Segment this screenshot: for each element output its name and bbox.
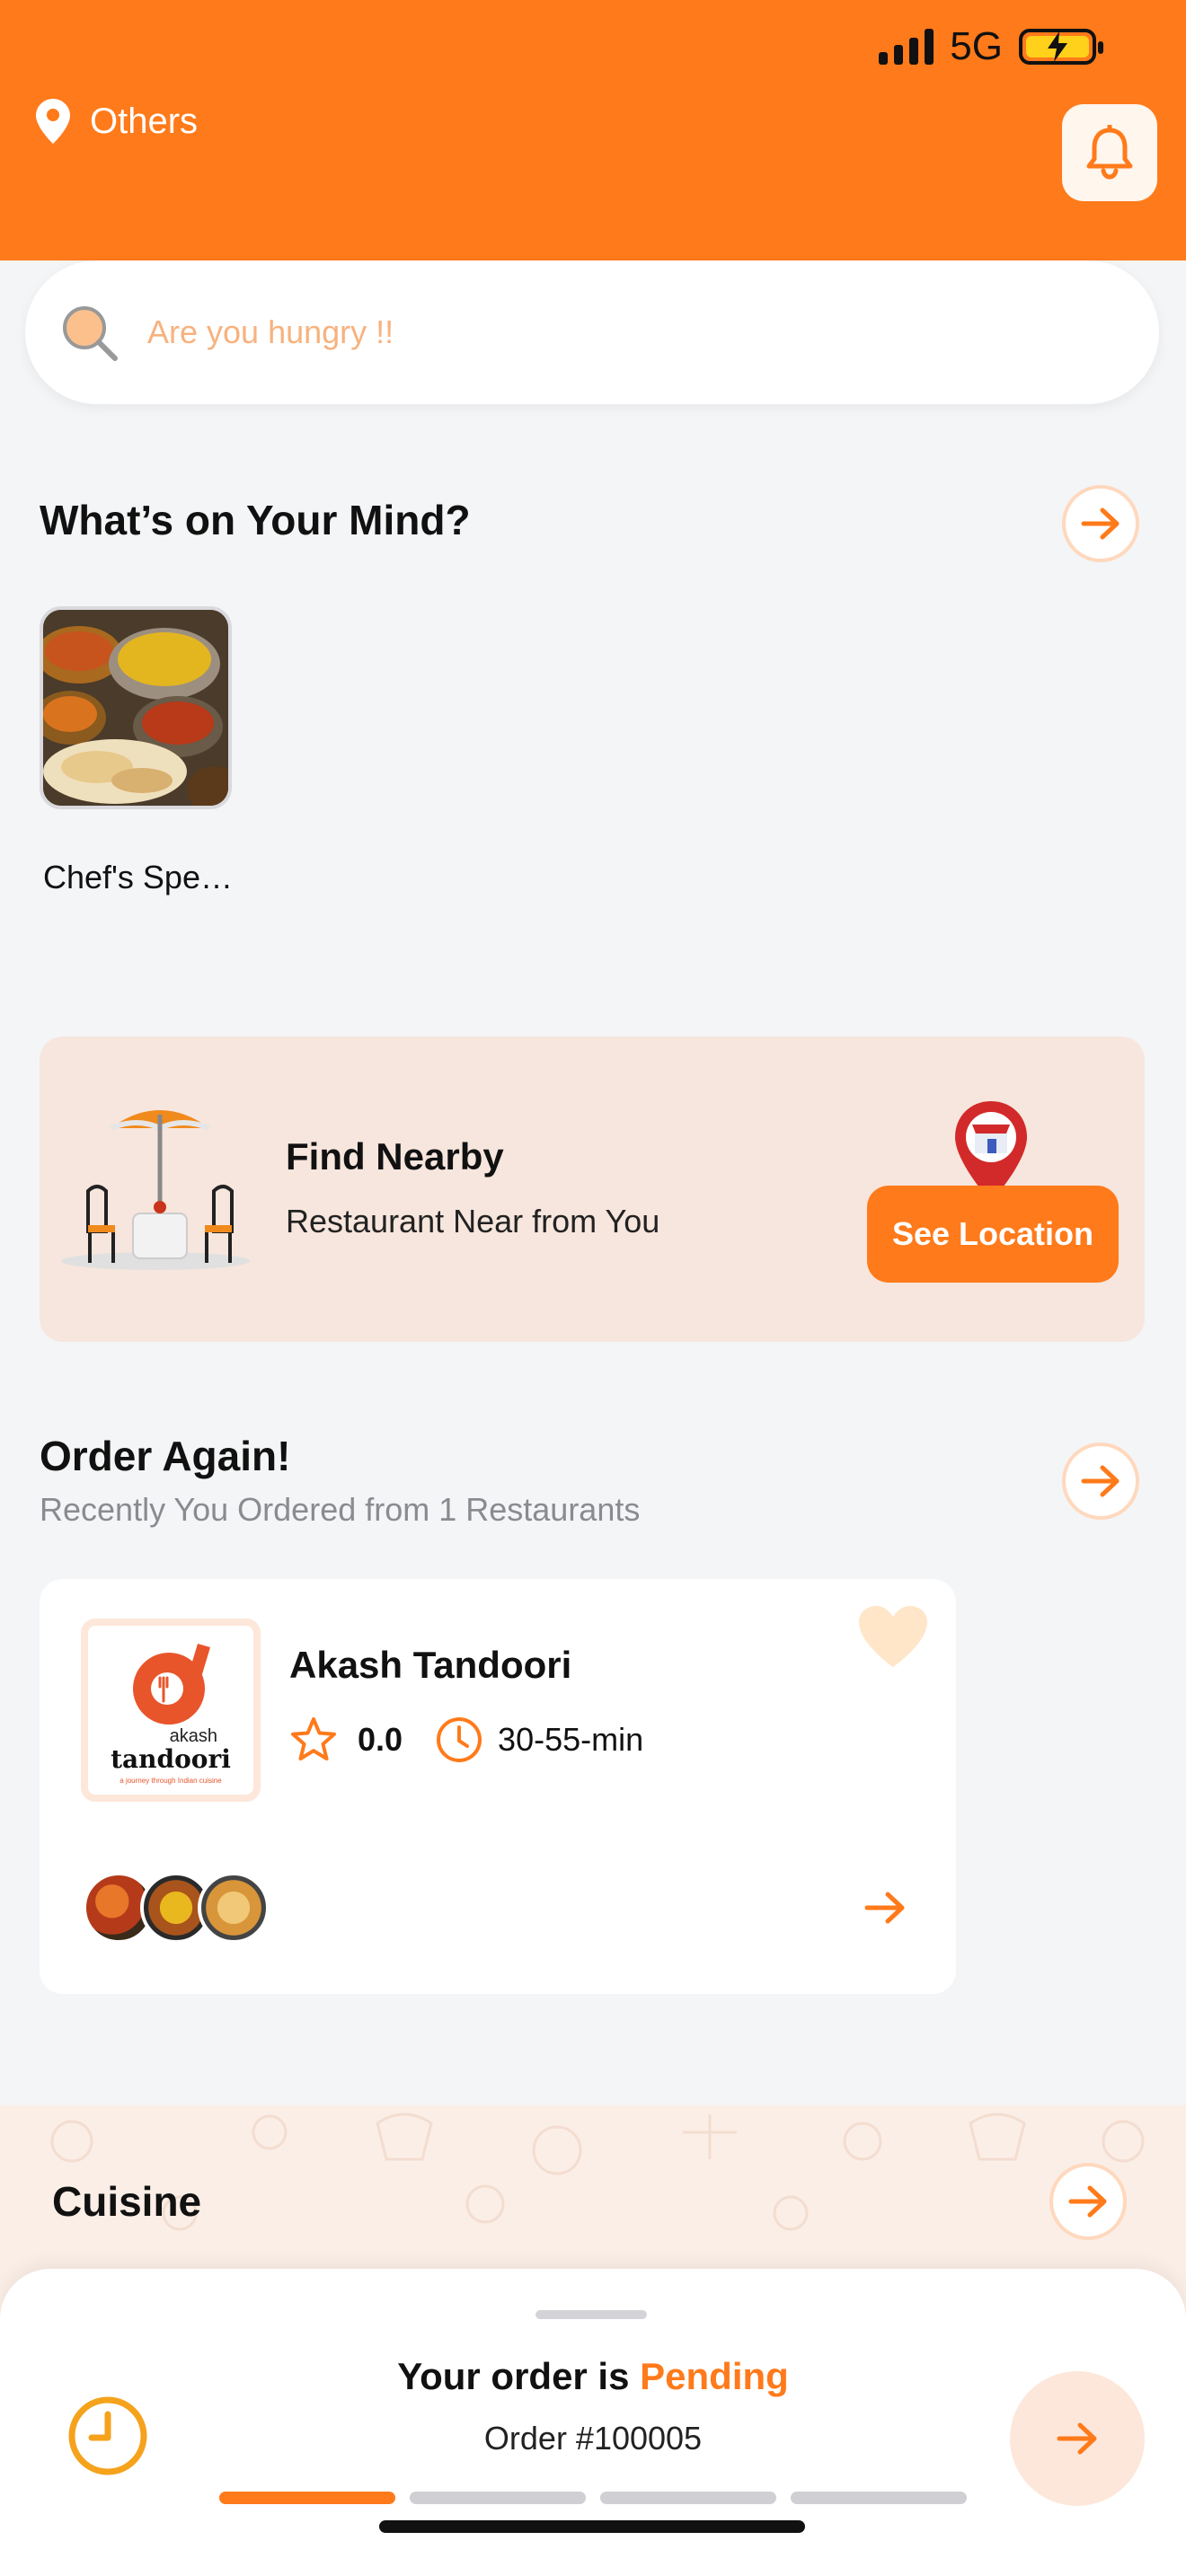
arrow-right-icon [1057,2422,1097,2455]
cuisine-see-all-button[interactable] [1049,2163,1127,2240]
arrow-right-icon [1068,2185,1107,2218]
restaurant-rating: 0.0 [358,1721,403,1758]
status-bar: 5G [879,18,1103,75]
location-selector[interactable]: Others [36,99,198,144]
restaurant-logo: akash tandoori a journey through Indian … [81,1619,261,1802]
dish-thumbnails [83,1872,270,1944]
app-header: 5G Others [0,0,1186,260]
restaurant-delivery-time: 30-55-min [498,1721,644,1758]
order-status-sheet[interactable]: Your order is Pending Order #100005 [0,2269,1186,2576]
location-pin-icon [36,99,70,144]
search-bar[interactable]: Are you hungry !! [25,260,1159,404]
order-again-see-all-button[interactable] [1062,1442,1139,1520]
progress-step [791,2492,967,2504]
umbrella-table-icon [61,1110,250,1270]
dish-thumbnail [198,1872,270,1944]
restaurant-meta: 0.0 30-55-min [289,1716,643,1764]
heart-icon[interactable] [857,1604,929,1669]
arrow-right-icon[interactable] [864,1890,906,1926]
order-status-prefix: Your order is [397,2355,641,2397]
category-chef-special[interactable] [40,606,232,809]
chef-special-image [43,610,228,806]
clock-icon [437,1717,482,1762]
find-nearby-subtitle: Restaurant Near from You [286,1203,660,1239]
home-indicator[interactable] [379,2520,805,2533]
order-status-value: Pending [640,2355,789,2397]
order-status-text: Your order is Pending [0,2355,1186,2398]
logo-mark [133,1644,210,1725]
arrow-right-icon [1081,507,1120,540]
arrow-right-icon [1081,1465,1120,1497]
see-location-button[interactable]: See Location [867,1186,1119,1283]
whats-on-mind-title: What’s on Your Mind? [40,497,471,543]
sheet-handle[interactable] [535,2310,647,2319]
find-nearby-title: Find Nearby [286,1135,504,1178]
order-details-button[interactable] [1010,2371,1145,2506]
bell-icon [1086,125,1133,180]
star-icon [291,1717,336,1760]
order-again-subtitle: Recently You Ordered from 1 Restaurants [40,1491,641,1528]
category-label: Chef's Spe… [43,859,233,895]
order-again-title: Order Again! [40,1433,291,1479]
progress-step [600,2492,776,2504]
battery-icon [1019,29,1103,65]
network-label: 5G [950,24,1003,68]
logo-text-tag: a journey through Indian cuisine [119,1777,222,1785]
order-number: Order #100005 [483,2420,703,2457]
notifications-button[interactable] [1062,104,1157,201]
logo-text-main: tandoori [111,1744,231,1774]
whats-on-mind-see-all-button[interactable] [1062,485,1139,562]
restaurant-card[interactable]: akash tandoori a journey through Indian … [40,1579,956,1994]
find-nearby-card: Find Nearby Restaurant Near from You See… [40,1037,1145,1342]
cuisine-title: Cuisine [52,2178,202,2225]
search-placeholder: Are you hungry !! [147,313,394,350]
order-progress-bar [219,2492,967,2504]
progress-step [219,2492,395,2504]
restaurant-name: Akash Tandoori [289,1644,572,1686]
search-icon [63,306,118,361]
location-label: Others [90,101,199,141]
progress-step [410,2492,586,2504]
signal-icon [879,29,934,65]
